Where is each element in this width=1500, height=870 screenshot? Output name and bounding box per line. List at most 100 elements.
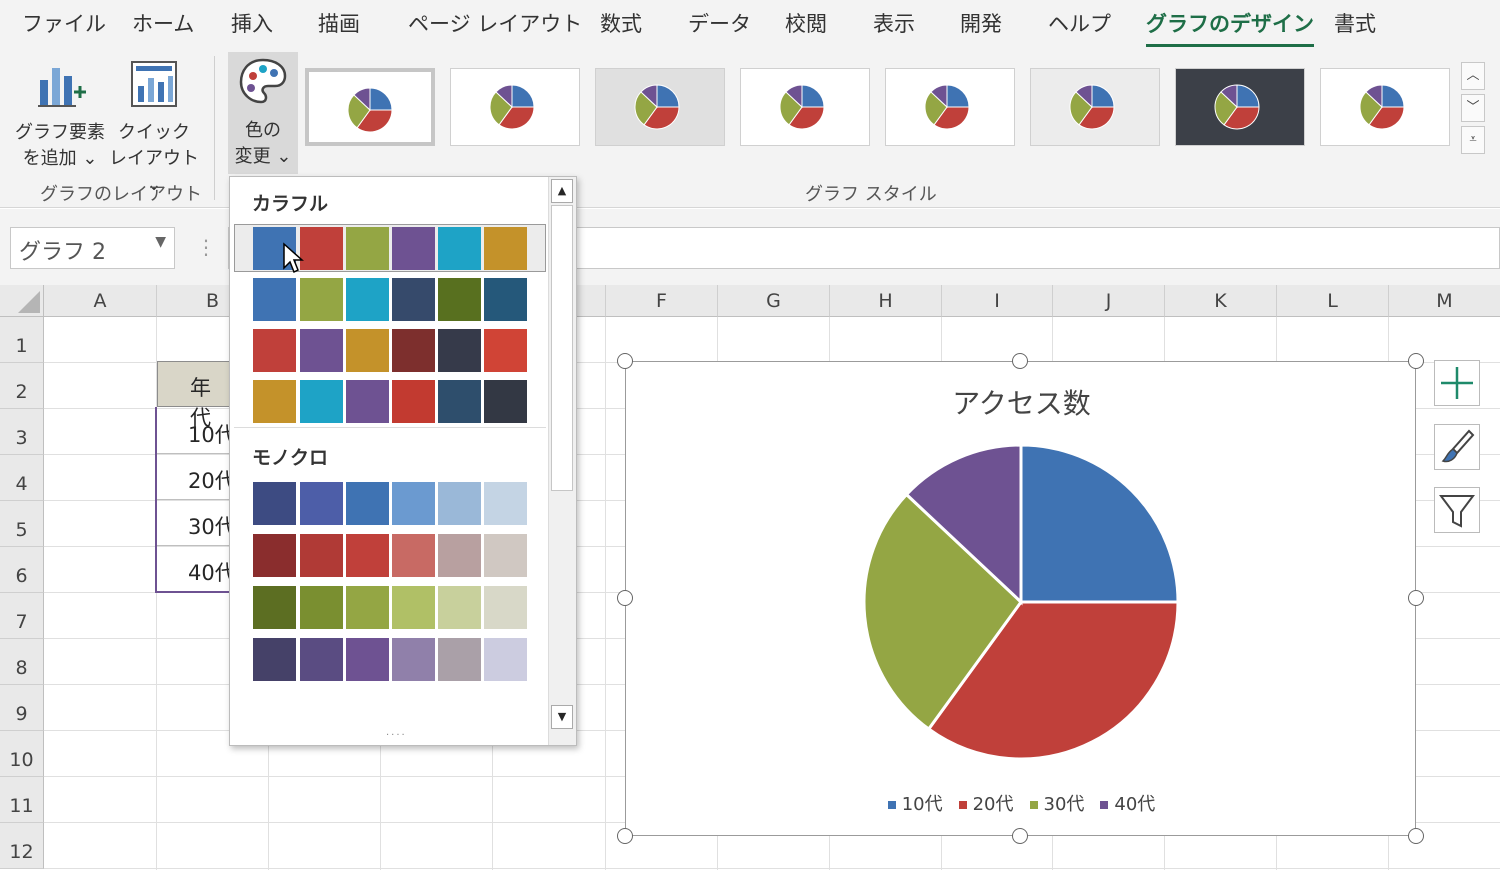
gallery-expand-button[interactable]: ⩡	[1461, 126, 1485, 154]
chart-legend[interactable]: 10代 20代 30代 40代	[626, 790, 1417, 816]
column-header-L[interactable]: L	[1277, 285, 1389, 317]
color-swatch[interactable]	[484, 638, 527, 681]
row-header-8[interactable]: 8	[0, 639, 44, 685]
gallery-scroll-down-button[interactable]: ﹀	[1461, 94, 1485, 122]
scroll-down-arrow-icon[interactable]: ▼	[551, 705, 573, 729]
tab-0[interactable]: ファイル	[22, 8, 106, 38]
color-swatch[interactable]	[346, 482, 389, 525]
row-header-2[interactable]: 2	[0, 363, 44, 409]
color-swatch[interactable]	[346, 278, 389, 321]
column-header-G[interactable]: G	[718, 285, 830, 317]
color-swatch[interactable]	[392, 482, 435, 525]
color-swatch[interactable]	[300, 278, 343, 321]
color-swatch[interactable]	[438, 534, 481, 577]
row-header-3[interactable]: 3	[0, 409, 44, 455]
color-swatch[interactable]	[438, 227, 481, 270]
color-swatch[interactable]	[484, 278, 527, 321]
color-swatch[interactable]	[253, 638, 296, 681]
color-swatch[interactable]	[438, 638, 481, 681]
color-swatch[interactable]	[346, 586, 389, 629]
column-header-I[interactable]: I	[942, 285, 1053, 317]
color-swatch[interactable]	[484, 586, 527, 629]
tab-6[interactable]: データ	[688, 8, 751, 38]
column-header-H[interactable]: H	[830, 285, 942, 317]
legend-entry[interactable]: 10代	[887, 790, 943, 816]
quick-layout-button[interactable]: クイック レイアウト ⌄	[104, 56, 204, 198]
table-cell[interactable]: 20代	[158, 465, 230, 495]
color-swatch[interactable]	[300, 482, 343, 525]
chart-style-thumbnail[interactable]	[740, 68, 870, 146]
color-swatch[interactable]	[300, 586, 343, 629]
column-header-F[interactable]: F	[606, 285, 718, 317]
tab-1[interactable]: ホーム	[132, 8, 194, 38]
color-swatch[interactable]	[438, 482, 481, 525]
change-color-button[interactable]: 色の 変更 ⌄	[228, 52, 298, 174]
row-header-9[interactable]: 9	[0, 685, 44, 731]
color-swatch[interactable]	[300, 534, 343, 577]
color-swatch[interactable]	[438, 586, 481, 629]
legend-entry[interactable]: 30代	[1029, 790, 1084, 816]
chart-style-thumbnail[interactable]	[1175, 68, 1305, 146]
chart-style-thumbnail[interactable]	[595, 68, 725, 146]
legend-entry[interactable]: 20代	[958, 790, 1014, 816]
color-swatch[interactable]	[300, 329, 343, 372]
color-swatch[interactable]	[346, 329, 389, 372]
tab-7[interactable]: 校閲	[785, 8, 827, 38]
row-header-12[interactable]: 12	[0, 823, 44, 869]
color-swatch[interactable]	[253, 380, 296, 423]
chart-filters-button[interactable]	[1434, 487, 1480, 533]
color-swatch[interactable]	[392, 534, 435, 577]
table-cell[interactable]: 30代	[158, 511, 230, 541]
pie-plot-area[interactable]	[626, 362, 1417, 837]
table-cell[interactable]: 10代	[158, 419, 230, 449]
row-header-1[interactable]: 1	[0, 317, 44, 363]
chart-style-thumbnail[interactable]	[1030, 68, 1160, 146]
color-swatch[interactable]	[438, 329, 481, 372]
table-cell[interactable]: 40代	[158, 557, 230, 587]
resize-handle-bottom-right[interactable]	[1408, 828, 1424, 844]
color-swatch[interactable]	[438, 380, 481, 423]
column-header-A[interactable]: A	[44, 285, 157, 317]
column-header-K[interactable]: K	[1165, 285, 1277, 317]
color-swatch[interactable]	[346, 638, 389, 681]
row-header-4[interactable]: 4	[0, 455, 44, 501]
tab-8[interactable]: 表示	[873, 8, 915, 38]
table-header-cell[interactable]: 年代	[157, 361, 230, 430]
color-swatch[interactable]	[484, 482, 527, 525]
color-swatch[interactable]	[300, 638, 343, 681]
row-header-10[interactable]: 10	[0, 731, 44, 777]
resize-handle-top-right[interactable]	[1408, 353, 1424, 369]
add-chart-element-button[interactable]: グラフ要素 を追加 ⌄	[10, 56, 110, 172]
color-swatch[interactable]	[392, 586, 435, 629]
color-swatch[interactable]	[253, 534, 296, 577]
resize-handle-bottom[interactable]	[1012, 828, 1028, 844]
chart-styles-button[interactable]	[1434, 424, 1480, 470]
tab-9[interactable]: 開発	[960, 8, 1002, 38]
tab-5[interactable]: 数式	[600, 8, 642, 38]
tab-11[interactable]: グラフのデザイン	[1146, 8, 1314, 47]
tab-10[interactable]: ヘルプ	[1048, 8, 1111, 38]
gallery-scroll-up-button[interactable]: ︿	[1461, 62, 1485, 90]
resize-grip-icon[interactable]: ····	[386, 730, 407, 741]
column-header-J[interactable]: J	[1053, 285, 1165, 317]
resize-handle-top[interactable]	[1012, 353, 1028, 369]
color-swatch[interactable]	[392, 329, 435, 372]
color-swatch[interactable]	[484, 380, 527, 423]
resize-handle-right[interactable]	[1408, 590, 1424, 606]
color-swatch[interactable]	[392, 380, 435, 423]
color-swatch[interactable]	[484, 227, 527, 270]
column-header-M[interactable]: M	[1389, 285, 1500, 317]
tab-12[interactable]: 書式	[1334, 8, 1376, 38]
chart-style-thumbnail[interactable]	[1320, 68, 1450, 146]
chart-style-thumbnail[interactable]	[450, 68, 580, 146]
name-box[interactable]: グラフ 2 ▼	[10, 227, 175, 269]
color-swatch[interactable]	[346, 534, 389, 577]
resize-handle-top-left[interactable]	[617, 353, 633, 369]
row-header-5[interactable]: 5	[0, 501, 44, 547]
color-swatch[interactable]	[346, 227, 389, 270]
chart-elements-button[interactable]	[1434, 360, 1480, 406]
tab-3[interactable]: 描画	[318, 8, 360, 38]
chart-style-thumbnail[interactable]	[885, 68, 1015, 146]
color-swatch[interactable]	[392, 278, 435, 321]
color-swatch[interactable]	[392, 227, 435, 270]
